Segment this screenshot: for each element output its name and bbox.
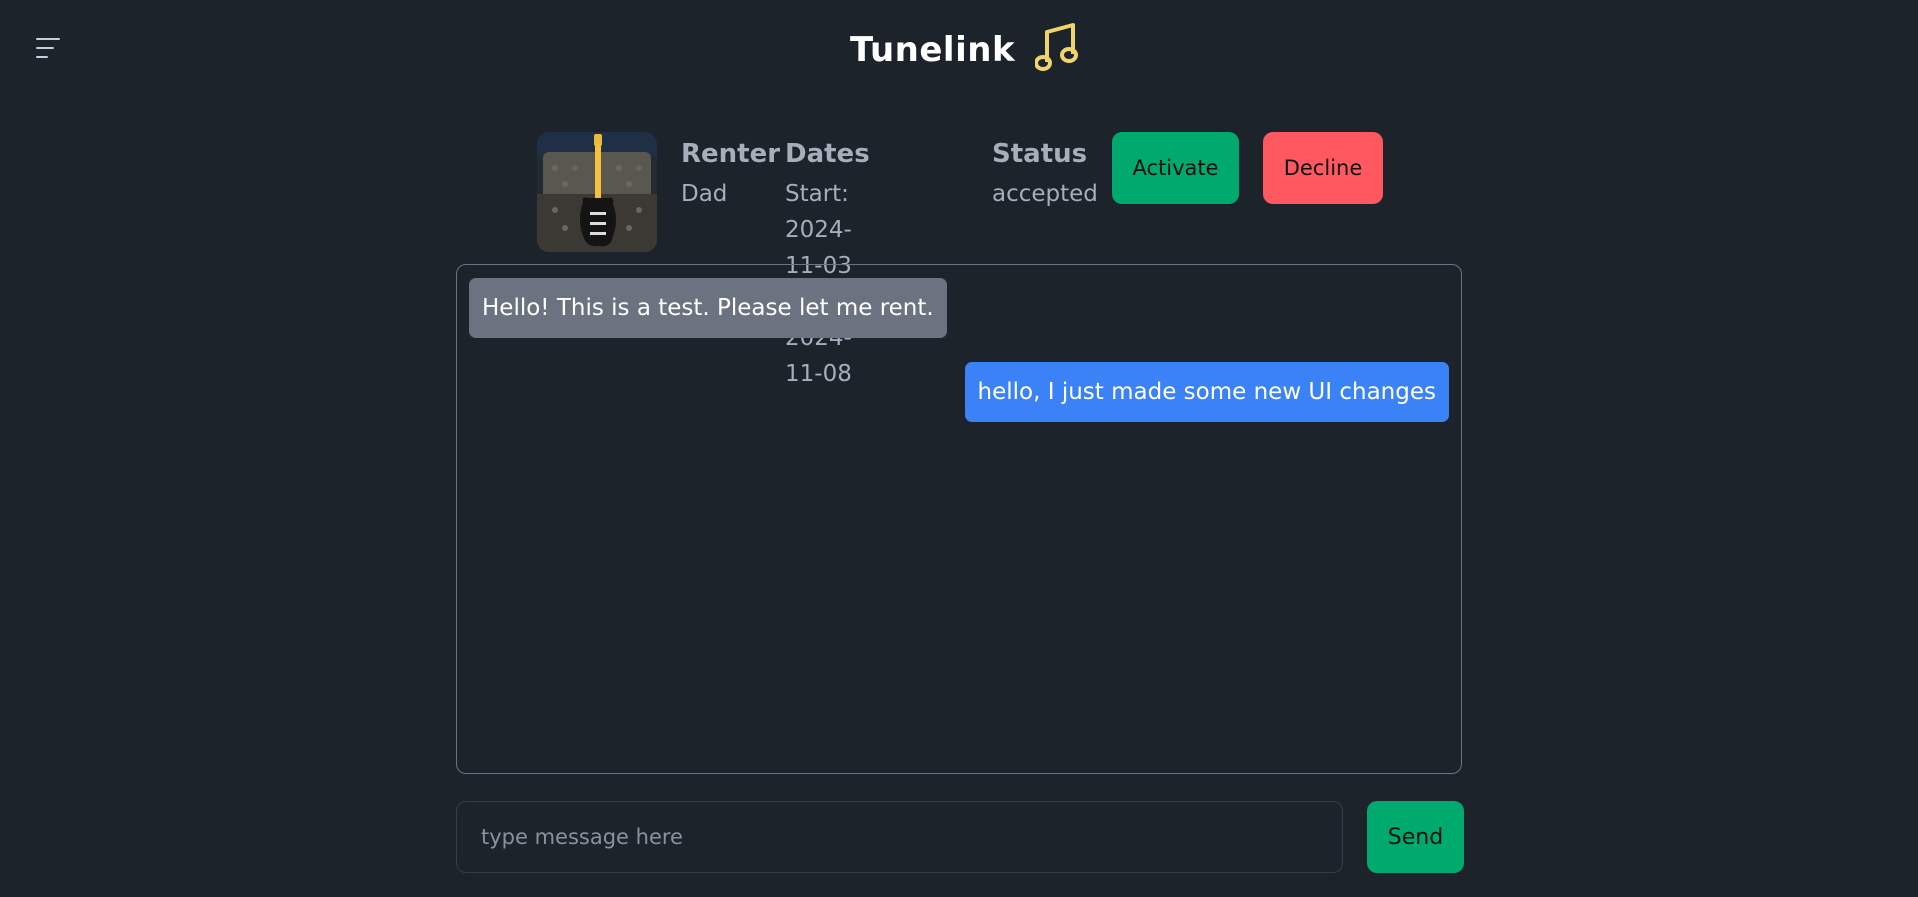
- send-button[interactable]: Send: [1367, 801, 1464, 873]
- chat-message-incoming: Hello! This is a test. Please let me ren…: [469, 278, 947, 338]
- instrument-image[interactable]: [537, 132, 657, 252]
- message-input[interactable]: [456, 801, 1343, 873]
- menu-line: [36, 38, 60, 40]
- brand[interactable]: Tunelink: [850, 22, 1079, 78]
- status-heading: Status: [992, 139, 1088, 169]
- status-value: accepted: [992, 181, 1098, 207]
- activate-button[interactable]: Activate: [1112, 132, 1239, 204]
- renter-heading: Renter: [681, 139, 781, 169]
- menu-line: [36, 56, 48, 58]
- status-column: Status accepted: [992, 132, 1098, 212]
- music-note-icon: [1034, 22, 1079, 78]
- renter-column: Renter Dad: [681, 132, 780, 212]
- renter-name: Dad: [681, 181, 728, 207]
- decline-button[interactable]: Decline: [1263, 132, 1383, 204]
- chat-window[interactable]: Hello! This is a test. Please let me ren…: [456, 264, 1462, 774]
- app-title: Tunelink: [850, 30, 1016, 70]
- dates-heading: Dates: [785, 139, 870, 169]
- menu-button[interactable]: [36, 38, 62, 60]
- menu-line: [36, 47, 54, 49]
- chat-message-outgoing: hello, I just made some new UI changes: [964, 362, 1449, 422]
